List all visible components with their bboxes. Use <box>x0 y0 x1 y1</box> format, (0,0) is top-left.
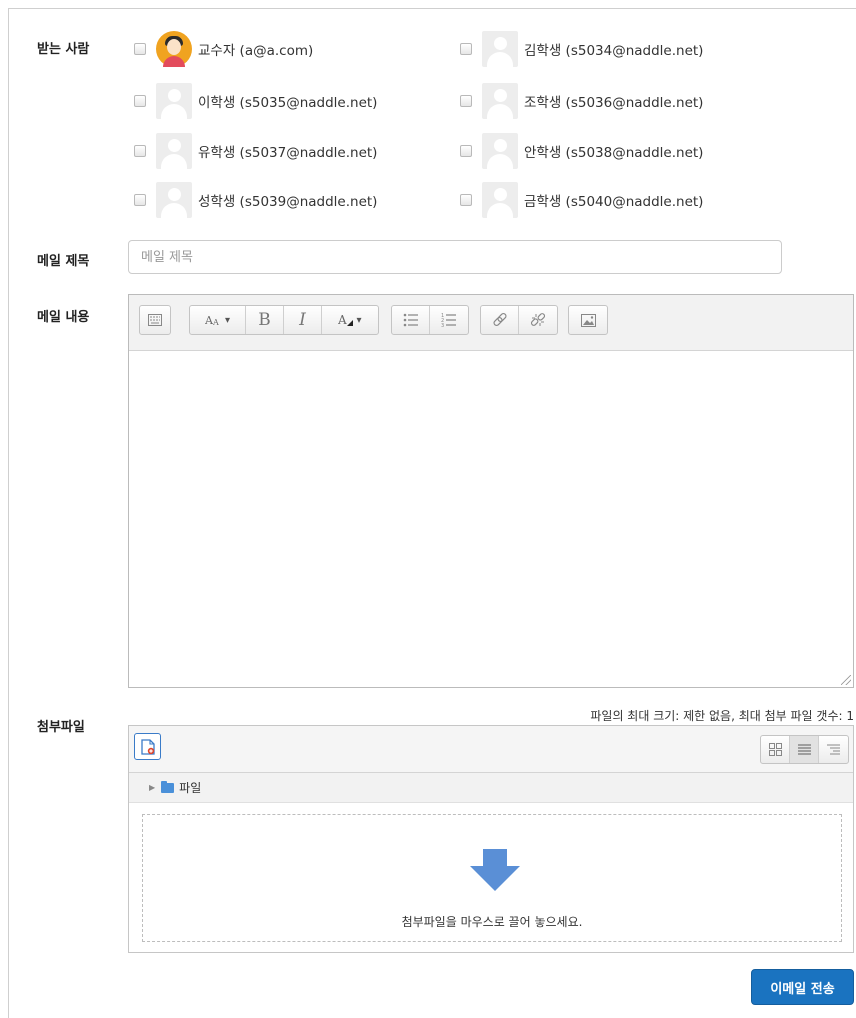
recipient-checkbox[interactable] <box>460 145 472 157</box>
add-file-button[interactable] <box>134 733 161 760</box>
add-file-icon <box>140 738 155 755</box>
font-color-icon[interactable]: A <box>322 306 378 334</box>
attachments-label: 첨부파일 <box>37 720 85 735</box>
recipient-name: 조학생 (s5036@naddle.net) <box>524 95 704 111</box>
message-editor: AA B I A 123 <box>128 294 854 688</box>
body-label: 메일 내용 <box>37 310 90 325</box>
file-picker-toolbar <box>129 726 853 773</box>
recipient-checkbox[interactable] <box>134 43 146 55</box>
recipient-name: 이학생 (s5035@naddle.net) <box>198 95 378 111</box>
svg-text:A: A <box>338 313 347 327</box>
image-icon[interactable] <box>569 306 607 334</box>
icon-view-icon[interactable] <box>761 736 790 763</box>
recipient-checkbox[interactable] <box>134 194 146 206</box>
default-user-avatar <box>156 83 192 119</box>
toolbar-group <box>480 305 558 335</box>
drop-arrow-icon <box>470 849 520 891</box>
recipient-item[interactable]: 유학생 (s5037@naddle.net) <box>134 133 377 169</box>
default-user-avatar <box>482 133 518 169</box>
recipient-name: 금학생 (s5040@naddle.net) <box>524 194 704 210</box>
recipient-checkbox[interactable] <box>460 194 472 206</box>
recipient-item[interactable]: 금학생 (s5040@naddle.net) <box>460 182 703 218</box>
recipient-item[interactable]: 성학생 (s5039@naddle.net) <box>134 182 377 218</box>
recipient-item[interactable]: 이학생 (s5035@naddle.net) <box>134 83 377 119</box>
recipient-name: 유학생 (s5037@naddle.net) <box>198 145 378 161</box>
recipient-checkbox[interactable] <box>134 145 146 157</box>
recipient-item[interactable]: 조학생 (s5036@naddle.net) <box>460 83 703 119</box>
file-limits-text: 파일의 최대 크기: 제한 없음, 최대 첨부 파일 갯수: 1 <box>590 709 854 723</box>
tree-view-icon[interactable] <box>819 736 848 763</box>
default-user-avatar <box>482 83 518 119</box>
default-user-avatar <box>156 133 192 169</box>
send-email-button[interactable]: 이메일 전송 <box>751 969 854 1005</box>
folder-icon <box>161 780 175 793</box>
default-user-avatar <box>482 182 518 218</box>
teacher-avatar <box>156 31 192 67</box>
toolbar-group <box>139 305 171 335</box>
recipient-checkbox[interactable] <box>460 95 472 107</box>
toolbar-toggle-icon[interactable] <box>140 306 170 334</box>
expand-triangle-icon[interactable]: ▶ <box>149 783 155 792</box>
default-user-avatar <box>156 182 192 218</box>
recipient-checkbox[interactable] <box>460 43 472 55</box>
folder-path[interactable]: ▶ 파일 <box>129 773 853 803</box>
toolbar-group: 123 <box>391 305 469 335</box>
toolbar-group <box>568 305 608 335</box>
folder-name: 파일 <box>179 781 202 795</box>
bold-icon[interactable]: B <box>246 306 284 334</box>
recipients-label: 받는 사람 <box>37 42 90 57</box>
recipient-item[interactable]: 안학생 (s5038@naddle.net) <box>460 133 703 169</box>
svg-text:3: 3 <box>441 323 444 327</box>
view-switcher <box>760 735 849 764</box>
message-body-textarea[interactable] <box>129 352 853 687</box>
italic-icon[interactable]: I <box>284 306 322 334</box>
recipient-checkbox[interactable] <box>134 95 146 107</box>
resize-handle-icon[interactable] <box>841 675 851 685</box>
recipient-name: 안학생 (s5038@naddle.net) <box>524 145 704 161</box>
recipient-item[interactable]: 김학생 (s5034@naddle.net) <box>460 31 703 67</box>
ordered-list-icon[interactable]: 123 <box>430 306 468 334</box>
subject-label: 메일 제목 <box>37 254 90 269</box>
subject-input[interactable] <box>128 240 782 274</box>
recipient-name: 성학생 (s5039@naddle.net) <box>198 194 378 210</box>
file-picker: ▶ 파일 첨부파일을 마우스로 끌어 놓으세요. <box>128 725 854 953</box>
svg-text:A: A <box>212 318 219 327</box>
unordered-list-icon[interactable] <box>392 306 430 334</box>
font-size-icon[interactable]: AA <box>190 306 246 334</box>
drop-zone-text: 첨부파일을 마우스로 끌어 놓으세요. <box>401 915 583 929</box>
recipient-name: 김학생 (s5034@naddle.net) <box>524 43 704 59</box>
file-drop-zone[interactable]: 첨부파일을 마우스로 끌어 놓으세요. <box>142 814 842 942</box>
recipient-item[interactable]: 교수자 (a@a.com) <box>134 31 313 67</box>
link-icon[interactable] <box>481 306 519 334</box>
list-view-icon[interactable] <box>790 736 819 763</box>
unlink-icon[interactable] <box>519 306 557 334</box>
default-user-avatar <box>482 31 518 67</box>
recipient-name: 교수자 (a@a.com) <box>198 43 314 59</box>
editor-toolbar: AA B I A 123 <box>129 295 853 351</box>
toolbar-group: AA B I A <box>189 305 379 335</box>
